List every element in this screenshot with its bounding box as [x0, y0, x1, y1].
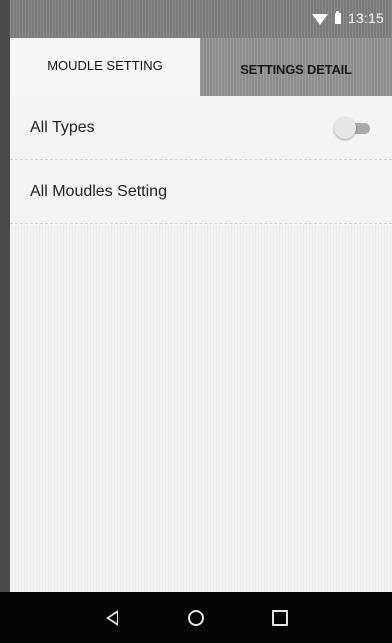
- tab-label: SETTINGS DETAIL: [240, 61, 352, 77]
- back-icon: [106, 609, 118, 626]
- home-icon: [188, 609, 204, 626]
- recents-button[interactable]: [265, 603, 295, 633]
- battery-icon: [334, 10, 341, 24]
- status-icons: 13:15: [311, 10, 384, 26]
- tab-moudle-setting[interactable]: MOUDLE SETTING: [10, 38, 200, 96]
- all-types-toggle[interactable]: [334, 116, 372, 139]
- home-button[interactable]: [181, 603, 211, 633]
- list-item-label: All Types: [30, 118, 95, 136]
- settings-list: All Types All Moudles Setting: [10, 96, 392, 224]
- toggle-thumb: [334, 116, 356, 139]
- back-button[interactable]: [97, 603, 127, 633]
- list-item-all-moudles-setting[interactable]: All Moudles Setting: [10, 160, 392, 224]
- tab-label: MOUDLE SETTING: [47, 58, 163, 73]
- list-item-all-types[interactable]: All Types: [10, 96, 392, 160]
- tab-bar: MOUDLE SETTING SETTINGS DETAIL: [10, 38, 392, 96]
- tab-settings-detail[interactable]: SETTINGS DETAIL: [200, 38, 392, 96]
- empty-content-area: [10, 226, 392, 592]
- status-bar: 13:15: [10, 0, 392, 38]
- wifi-icon: [311, 13, 328, 25]
- recents-icon: [272, 609, 288, 626]
- status-time: 13:15: [347, 10, 384, 26]
- device-frame: 13:15 MOUDLE SETTING SETTINGS DETAIL All…: [0, 0, 392, 643]
- list-item-label: All Moudles Setting: [30, 182, 167, 200]
- navigation-bar: [0, 592, 392, 643]
- app-screen: 13:15 MOUDLE SETTING SETTINGS DETAIL All…: [10, 0, 392, 643]
